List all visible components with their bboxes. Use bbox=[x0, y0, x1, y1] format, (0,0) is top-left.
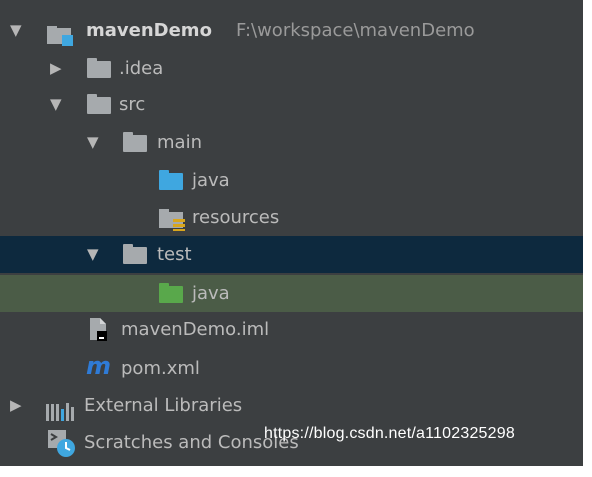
expand-arrow-icon[interactable]: ▼ bbox=[87, 236, 99, 273]
watermark-text: https://blog.csdn.net/a1102325298 bbox=[264, 425, 515, 442]
test-folder-label: test bbox=[157, 244, 192, 265]
collapse-arrow-icon[interactable]: ▶ bbox=[50, 50, 62, 87]
folder-icon bbox=[123, 132, 147, 152]
tree-row-resources[interactable]: resources bbox=[0, 199, 583, 236]
external-libraries-label: External Libraries bbox=[84, 395, 243, 416]
tree-row-main[interactable]: ▼ main bbox=[0, 124, 583, 161]
src-folder-label: src bbox=[119, 94, 146, 115]
collapse-arrow-icon[interactable]: ▶ bbox=[10, 387, 22, 424]
folder-icon bbox=[87, 94, 111, 114]
idea-folder-label: .idea bbox=[119, 58, 164, 79]
tree-row-root[interactable]: ▼ mavenDemo F:\workspace\mavenDemo bbox=[0, 12, 583, 49]
iml-file-icon bbox=[86, 317, 110, 341]
main-java-label: java bbox=[192, 170, 230, 191]
tree-row-pom[interactable]: m pom.xml bbox=[0, 350, 583, 387]
maven-pom-icon: m bbox=[86, 352, 112, 380]
folder-icon bbox=[87, 58, 111, 78]
source-folder-icon bbox=[159, 170, 183, 190]
tree-row-test[interactable]: ▼ test bbox=[0, 236, 583, 273]
main-folder-label: main bbox=[157, 132, 202, 153]
tree-row-external-libraries[interactable]: ▶ External Libraries bbox=[0, 387, 583, 424]
tree-row-test-java[interactable]: java bbox=[0, 275, 583, 312]
iml-file-label: mavenDemo.iml bbox=[121, 319, 270, 340]
test-java-label: java bbox=[192, 283, 230, 304]
test-source-folder-icon bbox=[159, 283, 183, 303]
library-icon bbox=[46, 397, 76, 421]
expand-arrow-icon[interactable]: ▼ bbox=[10, 12, 22, 49]
scratches-icon bbox=[48, 430, 76, 458]
resources-label: resources bbox=[192, 207, 280, 228]
tree-row-iml[interactable]: mavenDemo.iml bbox=[0, 311, 583, 348]
tree-row-src[interactable]: ▼ src bbox=[0, 86, 583, 123]
module-folder-icon bbox=[47, 22, 77, 46]
project-name: mavenDemo bbox=[86, 20, 212, 41]
expand-arrow-icon[interactable]: ▼ bbox=[50, 86, 62, 123]
tree-row-idea[interactable]: ▶ .idea bbox=[0, 50, 583, 87]
expand-arrow-icon[interactable]: ▼ bbox=[87, 124, 99, 161]
resources-folder-icon bbox=[159, 207, 189, 231]
folder-icon bbox=[123, 244, 147, 264]
pom-file-label: pom.xml bbox=[121, 358, 200, 379]
project-tree-panel: ▼ mavenDemo F:\workspace\mavenDemo ▶ .id… bbox=[0, 0, 583, 466]
tree-row-main-java[interactable]: java bbox=[0, 162, 583, 199]
project-path: F:\workspace\mavenDemo bbox=[236, 20, 475, 41]
